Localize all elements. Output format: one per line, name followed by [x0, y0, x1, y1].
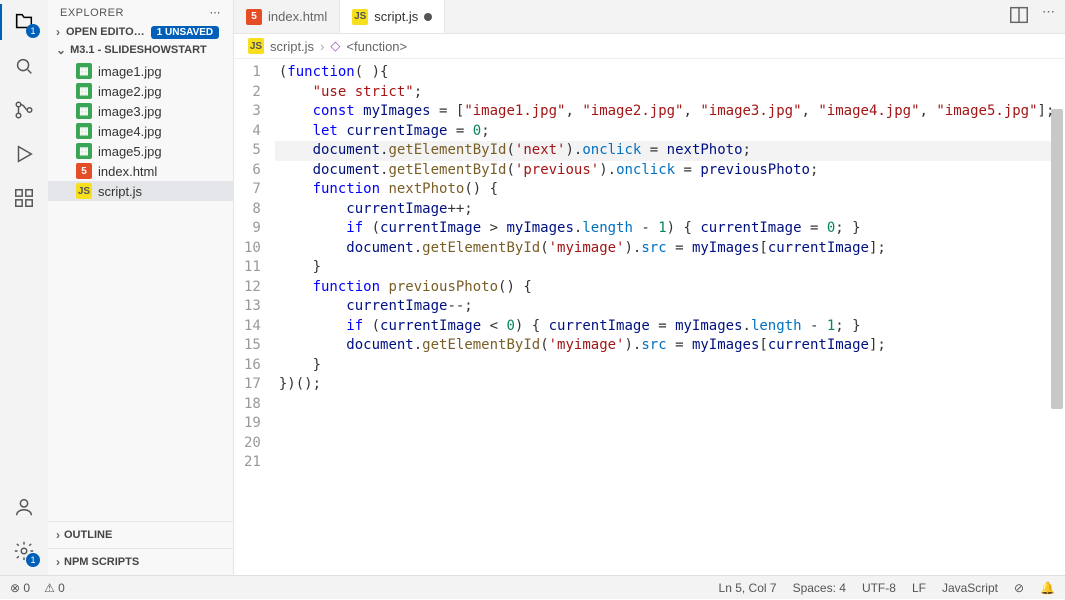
npm-scripts-section[interactable]: ›NPM SCRIPTS	[48, 548, 233, 575]
file-name: image3.jpg	[98, 104, 162, 119]
code-line[interactable]: }	[275, 356, 1055, 376]
status-bar: ⊗ 0 ⚠ 0 Ln 5, Col 7 Spaces: 4 UTF-8 LF J…	[0, 575, 1065, 599]
open-editors-section[interactable]: › OPEN EDITO… 1 UNSAVED	[48, 25, 233, 39]
js-file-icon: JS	[352, 9, 368, 25]
status-spaces[interactable]: Spaces: 4	[793, 581, 846, 595]
breadcrumbs[interactable]: JS script.js › ◇ <function>	[234, 34, 1065, 59]
code-line[interactable]: if (currentImage < 0) { currentImage = m…	[275, 317, 1055, 337]
code-line[interactable]: function nextPhoto() {	[275, 180, 1055, 200]
file-item[interactable]: JS script.js	[48, 181, 233, 201]
code-line[interactable]: let currentImage = 0;	[275, 122, 1055, 142]
code-line[interactable]: }	[275, 258, 1055, 278]
file-tree: ▦ image1.jpg ▦ image2.jpg ▦ image3.jpg ▦ image4…	[48, 61, 233, 521]
file-item[interactable]: 5 index.html	[48, 161, 233, 181]
code-line[interactable]: })();	[275, 375, 1055, 395]
settings-badge: 1	[26, 553, 40, 567]
status-position[interactable]: Ln 5, Col 7	[719, 581, 777, 595]
code-line[interactable]: "use strict";	[275, 83, 1055, 103]
breadcrumb-symbol: <function>	[346, 39, 407, 54]
split-editor-icon[interactable]	[1008, 4, 1030, 29]
status-errors[interactable]: ⊗ 0	[10, 581, 30, 595]
file-item[interactable]: ▦ image2.jpg	[48, 81, 233, 101]
status-encoding[interactable]: UTF-8	[862, 581, 896, 595]
file-name: image5.jpg	[98, 144, 162, 159]
project-section[interactable]: ⌄ M3.1 - SLIDESHOWSTART	[48, 39, 233, 61]
line-gutter: 123456789101112131415161718192021	[234, 59, 275, 575]
code-editor[interactable]: 123456789101112131415161718192021 (funct…	[234, 59, 1065, 575]
img-file-icon: ▦	[76, 143, 92, 159]
tab-bar: 5 index.html JS script.js ⋯	[234, 0, 1065, 34]
project-name: M3.1 - SLIDESHOWSTART	[70, 44, 207, 56]
settings-icon[interactable]: 1	[10, 537, 38, 565]
outline-section[interactable]: ›OUTLINE	[48, 521, 233, 548]
status-eol[interactable]: LF	[912, 581, 926, 595]
tab-script-js[interactable]: JS script.js	[340, 0, 445, 33]
dirty-indicator-icon	[424, 13, 432, 21]
status-language[interactable]: JavaScript	[942, 581, 998, 595]
js-file-icon: JS	[248, 38, 264, 54]
unsaved-badge: 1 UNSAVED	[151, 26, 220, 39]
symbol-icon: ◇	[330, 38, 340, 54]
code-line[interactable]: (function( ){	[275, 63, 1055, 83]
code-line[interactable]: currentImage++;	[275, 200, 1055, 220]
activity-bar: 1 1	[0, 0, 48, 575]
tab-label: script.js	[374, 9, 418, 24]
sidebar: EXPLORER ⋯ › OPEN EDITO… 1 UNSAVED ⌄ M3.…	[48, 0, 234, 575]
extensions-icon[interactable]	[10, 184, 38, 212]
file-name: image2.jpg	[98, 84, 162, 99]
file-item[interactable]: ▦ image4.jpg	[48, 121, 233, 141]
breadcrumb-file: script.js	[270, 39, 314, 54]
tab-index-html[interactable]: 5 index.html	[234, 0, 340, 33]
file-item[interactable]: ▦ image3.jpg	[48, 101, 233, 121]
html-file-icon: 5	[246, 9, 262, 25]
code-area[interactable]: (function( ){ "use strict"; const myImag…	[275, 59, 1055, 575]
img-file-icon: ▦	[76, 83, 92, 99]
img-file-icon: ▦	[76, 123, 92, 139]
img-file-icon: ▦	[76, 103, 92, 119]
html-file-icon: 5	[76, 163, 92, 179]
sidebar-more-icon[interactable]: ⋯	[210, 6, 222, 19]
code-line[interactable]: document.getElementById('myimage').src =…	[275, 336, 1055, 356]
bell-icon[interactable]: 🔔	[1040, 581, 1055, 595]
code-line[interactable]: document.getElementById('myimage').src =…	[275, 239, 1055, 259]
search-icon[interactable]	[10, 52, 38, 80]
js-file-icon: JS	[76, 183, 92, 199]
file-item[interactable]: ▦ image1.jpg	[48, 61, 233, 81]
open-editors-label: OPEN EDITO…	[66, 26, 145, 38]
code-line[interactable]: currentImage--;	[275, 297, 1055, 317]
code-line[interactable]: function previousPhoto() {	[275, 278, 1055, 298]
source-control-icon[interactable]	[10, 96, 38, 124]
code-line[interactable]: document.getElementById('next').onclick …	[275, 141, 1055, 161]
file-name: image1.jpg	[98, 64, 162, 79]
code-line[interactable]: if (currentImage > myImages.length - 1) …	[275, 219, 1055, 239]
account-icon[interactable]	[10, 493, 38, 521]
file-name: index.html	[98, 164, 157, 179]
status-warnings[interactable]: ⚠ 0	[44, 581, 65, 595]
file-name: image4.jpg	[98, 124, 162, 139]
code-line[interactable]: document.getElementById('previous').oncl…	[275, 161, 1055, 181]
explorer-icon[interactable]: 1	[10, 8, 38, 36]
sidebar-title: EXPLORER	[60, 7, 124, 19]
run-debug-icon[interactable]	[10, 140, 38, 168]
img-file-icon: ▦	[76, 63, 92, 79]
explorer-badge: 1	[26, 24, 40, 38]
feedback-icon[interactable]: ⊘	[1014, 581, 1024, 595]
tab-more-icon[interactable]: ⋯	[1042, 4, 1055, 29]
file-item[interactable]: ▦ image5.jpg	[48, 141, 233, 161]
file-name: script.js	[98, 184, 142, 199]
tab-label: index.html	[268, 9, 327, 24]
code-line[interactable]: const myImages = ["image1.jpg", "image2.…	[275, 102, 1055, 122]
editor-main: 5 index.html JS script.js ⋯ JS script.js › …	[234, 0, 1065, 575]
